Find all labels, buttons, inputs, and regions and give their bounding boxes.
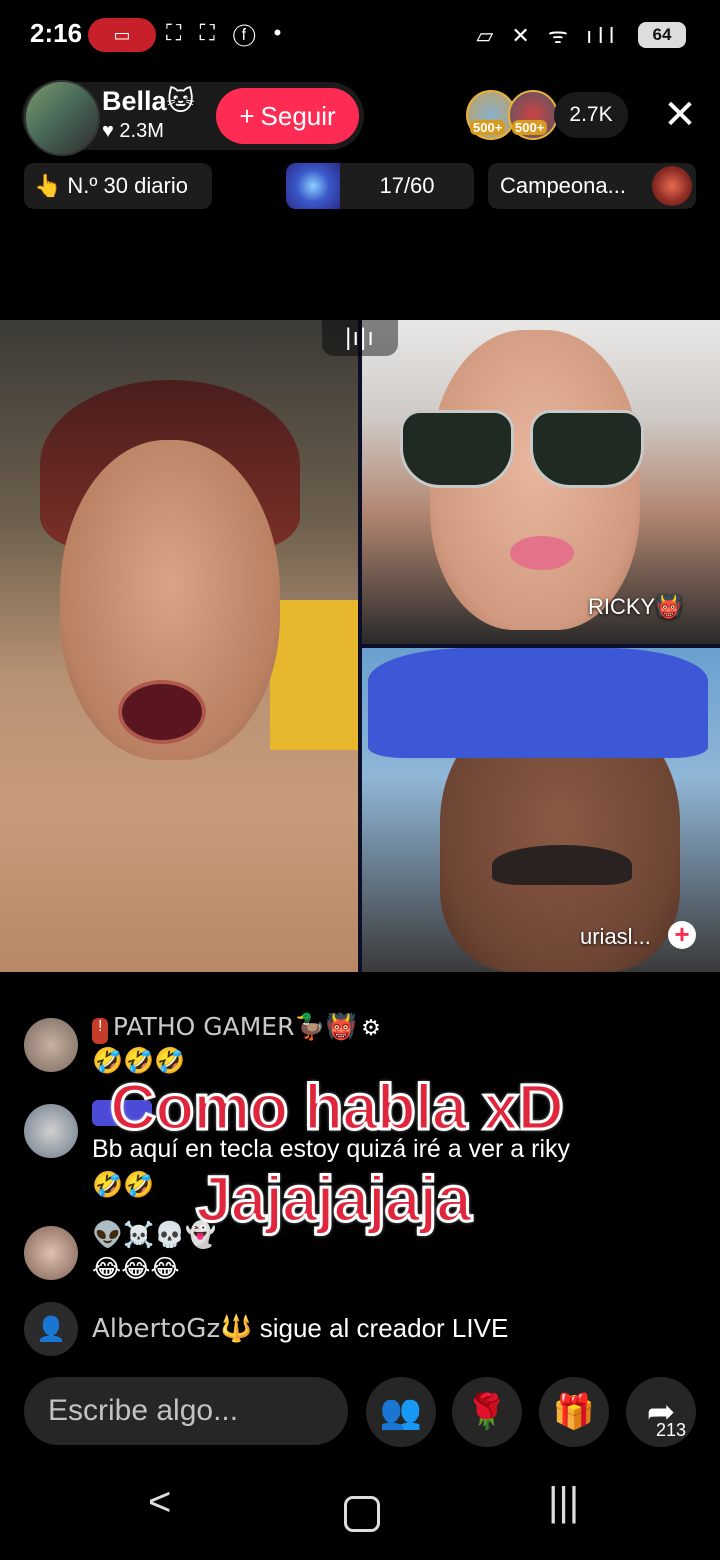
battery-indicator: 64 xyxy=(638,22,686,48)
follow-notice: AlbertoGz🔱 sigue al creador LIVE xyxy=(92,1313,508,1344)
comment-1: ! PATHO GAMER🦆👹 ⚙ xyxy=(92,1012,381,1044)
follow-notice-user[interactable]: AlbertoGz🔱 xyxy=(92,1314,252,1344)
audio-bars-icon: |ı|ı xyxy=(322,320,398,356)
guest-2-hat xyxy=(368,648,708,758)
comment-3-text: 😂😂😂 xyxy=(92,1254,180,1283)
guests-icon[interactable]: 👥 xyxy=(366,1377,436,1447)
guest-1-lips xyxy=(510,536,574,570)
share-icon[interactable]: ➦ 213 xyxy=(626,1377,696,1447)
share-count: 213 xyxy=(655,1420,686,1440)
follow-button[interactable]: + Seguir xyxy=(216,88,359,144)
host-name: Bella🐱 xyxy=(102,86,195,116)
follow-notice-text: sigue al creador LIVE xyxy=(259,1313,509,1343)
status-time: 2:16 xyxy=(30,18,83,48)
guest-1-name[interactable]: RICKY👹 xyxy=(588,594,683,620)
goal-chip[interactable]: 17/60 xyxy=(286,163,474,209)
viewer-count[interactable]: 2.7K xyxy=(554,92,628,138)
host-mouth xyxy=(118,680,206,744)
rose-icon[interactable]: 🌹 xyxy=(452,1377,522,1447)
nav-recents-icon[interactable]: ||| xyxy=(548,1480,579,1525)
goal-progress: 17/60 xyxy=(379,173,435,198)
goal-star-icon xyxy=(286,163,340,209)
campaign-label: Campeona... xyxy=(500,173,626,198)
comment-avatar-3[interactable] xyxy=(24,1226,78,1280)
background-object xyxy=(270,600,358,750)
fan-badge-icon: ! xyxy=(92,1017,109,1044)
comment-avatar-2[interactable] xyxy=(24,1104,78,1158)
nav-back-icon[interactable]: < xyxy=(148,1480,171,1525)
host-likes: ♥ 2.3M xyxy=(102,120,164,142)
comment-2-text-2: 🤣🤣 xyxy=(92,1170,155,1199)
sunglasses xyxy=(400,410,650,490)
campaign-chip[interactable]: Campeona... xyxy=(488,163,696,209)
mod-icon: ⚙ xyxy=(361,1016,381,1041)
follow-user-icon: 👤 xyxy=(24,1302,78,1356)
comment-1-user[interactable]: PATHO GAMER🦆👹 xyxy=(113,1012,357,1041)
comment-input[interactable] xyxy=(24,1377,348,1445)
top-viewer-badge-2: 500+ xyxy=(512,120,548,135)
guest-2-mustache xyxy=(492,845,632,885)
follow-guest-plus-icon[interactable]: + xyxy=(668,921,696,949)
guest-2-name[interactable]: uriasl... xyxy=(580,924,651,950)
overlay-caption-line-2: Jajajajaja xyxy=(195,1162,474,1237)
close-icon[interactable]: ✕ xyxy=(660,95,700,135)
finger-icon: 👆 xyxy=(34,173,62,199)
host-avatar[interactable] xyxy=(24,80,100,156)
daily-rank-chip[interactable]: 👆 N.º 30 diario xyxy=(24,163,212,209)
status-right-icons: ▱ ✕ ᯤ ıll xyxy=(476,23,620,48)
status-left-icons: ⛶ ⛶ ⓕ • xyxy=(166,20,288,45)
comment-avatar-1[interactable] xyxy=(24,1018,78,1072)
status-bar: 2:16 ▭ ⛶ ⛶ ⓕ • ▱ ✕ ᯤ ıll 64 xyxy=(0,0,720,70)
plus-icon: + xyxy=(239,100,255,131)
follow-label: Seguir xyxy=(260,100,336,131)
top-viewer-badge-1: 500+ xyxy=(470,120,506,135)
cast-icon: ▭ xyxy=(88,18,156,52)
daily-rank-label: N.º 30 diario xyxy=(67,173,188,198)
gift-icon[interactable]: 🎁 xyxy=(539,1377,609,1447)
nav-home-icon[interactable] xyxy=(344,1496,380,1532)
overlay-caption-line-1: Como habla xD xyxy=(109,1070,566,1145)
campaign-badge-icon xyxy=(652,166,692,206)
